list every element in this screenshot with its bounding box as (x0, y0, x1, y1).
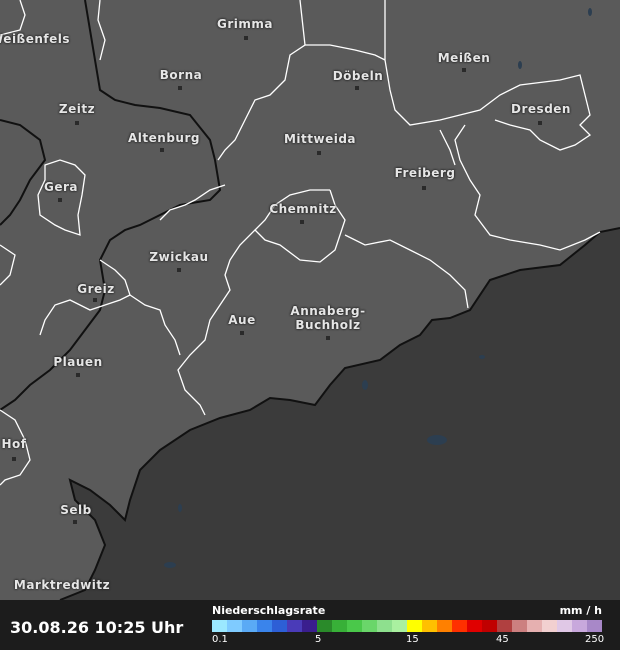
city-label-weissenfels: Weißenfels (0, 32, 70, 46)
legend-swatch-25 (587, 620, 602, 632)
city-label-meissen: Meißen (437, 51, 491, 65)
city-label-dresden: Dresden (511, 102, 571, 116)
legend-swatch-14 (422, 620, 437, 632)
legend-swatch-15 (437, 620, 452, 632)
legend-tick-0-1: 0.1 (212, 634, 228, 645)
city-label-selb: Selb (60, 503, 92, 517)
legend-swatch-0 (212, 620, 227, 632)
legend-swatch-24 (572, 620, 587, 632)
legend-swatch-11 (377, 620, 392, 632)
legend-swatch-8 (332, 620, 347, 632)
city-label-freiberg: Freiberg (394, 166, 456, 180)
legend-swatch-17 (467, 620, 482, 632)
city-label-chemnitz: Chemnitz (269, 202, 337, 216)
city-label-aue: Aue (228, 313, 256, 327)
legend-swatch-20 (512, 620, 527, 632)
city-label-gera: Gera (43, 180, 79, 194)
city-label-zwickau: Zwickau (149, 250, 209, 264)
legend-swatch-7 (317, 620, 332, 632)
city-label-grimma: Grimma (217, 17, 273, 31)
legend-swatch-9 (347, 620, 362, 632)
legend-tick-45: 45 (496, 634, 509, 645)
legend-color-bar (212, 620, 602, 632)
city-label-doebeln: Döbeln (332, 69, 384, 83)
city-label-mittweida: Mittweida (283, 132, 357, 146)
legend-swatch-18 (482, 620, 497, 632)
legend-swatch-2 (242, 620, 257, 632)
city-label-marktredwitz: Marktredwitz (13, 578, 111, 592)
radar-map: Grimma Weißenfels Borna Döbeln Meißen Ze… (0, 0, 620, 650)
legend-swatch-4 (272, 620, 287, 632)
city-label-plauen: Plauen (53, 355, 103, 369)
legend-unit: mm / h (559, 604, 602, 617)
city-label-annaberg-buchholz: Annaberg- Buchholz (290, 304, 366, 332)
legend-swatch-22 (542, 620, 557, 632)
legend-swatch-1 (227, 620, 242, 632)
legend-swatch-12 (392, 620, 407, 632)
legend-swatch-5 (287, 620, 302, 632)
timestamp: 30.08.26 10:25 Uhr (10, 618, 184, 637)
legend-tick-5: 5 (315, 634, 322, 645)
legend-swatch-13 (407, 620, 422, 632)
map-canvas (0, 0, 620, 600)
city-label-borna: Borna (159, 68, 203, 82)
legend-swatch-3 (257, 620, 272, 632)
legend-swatch-16 (452, 620, 467, 632)
legend-swatch-23 (557, 620, 572, 632)
legend-swatch-6 (302, 620, 317, 632)
legend-swatch-10 (362, 620, 377, 632)
city-label-zeitz: Zeitz (58, 102, 96, 116)
legend-swatch-21 (527, 620, 542, 632)
legend-tick-250: 250 (585, 634, 605, 645)
city-label-altenburg: Altenburg (128, 131, 200, 145)
legend-tick-15: 15 (406, 634, 419, 645)
legend-swatch-19 (497, 620, 512, 632)
legend-title: Niederschlagsrate (212, 604, 326, 617)
city-label-greiz: Greiz (77, 282, 115, 296)
city-label-hof: Hof (1, 437, 27, 451)
